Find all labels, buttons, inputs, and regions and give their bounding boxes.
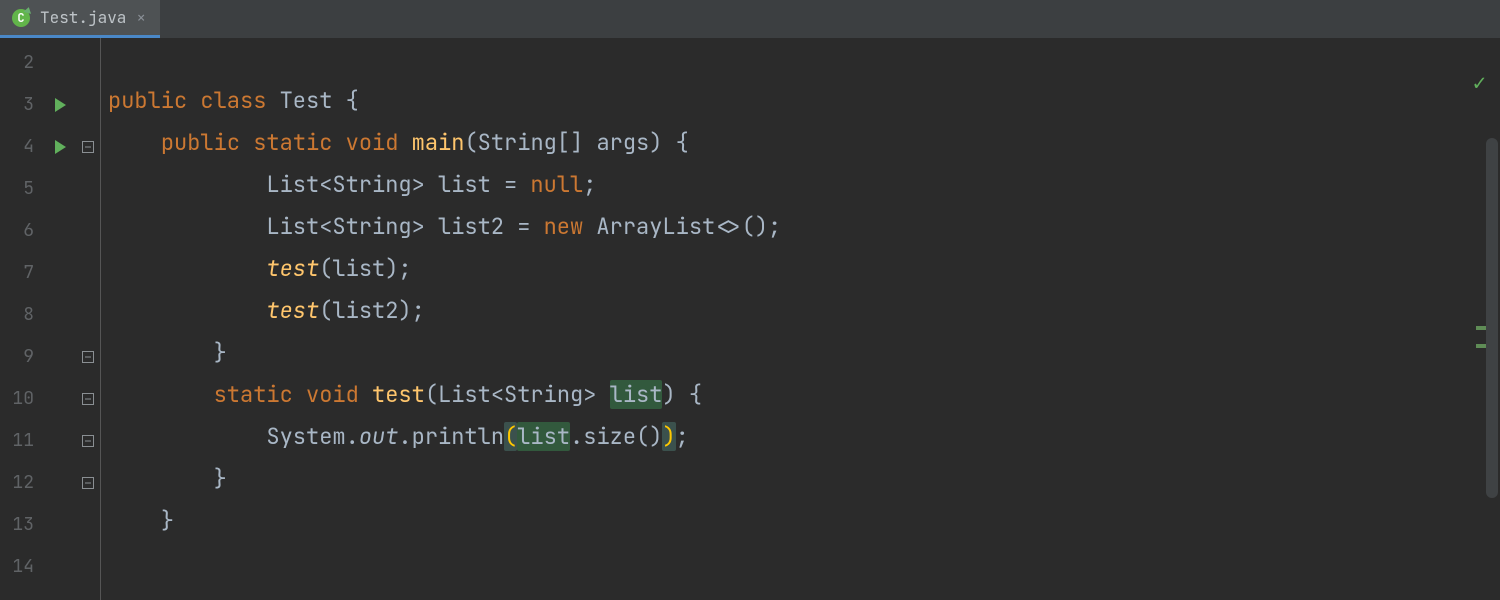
line-number: 7 xyxy=(0,252,44,294)
code-marker[interactable] xyxy=(1476,344,1486,348)
code-line[interactable]: } xyxy=(100,332,1500,374)
code-line[interactable]: public class Test { xyxy=(100,80,1500,122)
fold-toggle-icon[interactable] xyxy=(82,141,94,153)
code-line[interactable]: System.out.println(list.size()); xyxy=(100,416,1500,458)
code-line[interactable] xyxy=(100,542,1500,584)
tab-filename: Test.java xyxy=(40,7,126,28)
code-line[interactable]: static void test(List<String> list) { xyxy=(100,374,1500,416)
fold-toggle-icon[interactable] xyxy=(82,477,94,489)
line-number: 14 xyxy=(0,546,44,588)
code-line[interactable]: } xyxy=(100,500,1500,542)
line-number: 10 xyxy=(0,378,44,420)
code-area[interactable]: public class Test { public static void m… xyxy=(100,38,1500,600)
code-line[interactable]: List<String> list = null; xyxy=(100,164,1500,206)
line-number: 12 xyxy=(0,462,44,504)
code-line[interactable]: test(list); xyxy=(100,248,1500,290)
line-number: 9 xyxy=(0,336,44,378)
code-line[interactable]: } xyxy=(100,458,1500,500)
run-icon[interactable] xyxy=(55,98,66,112)
analysis-ok-icon[interactable]: ✓ xyxy=(1473,68,1486,97)
code-line[interactable]: List<String> list2 = new ArrayList<>(); xyxy=(100,206,1500,248)
java-class-icon: C xyxy=(12,9,30,27)
code-line[interactable]: test(list2); xyxy=(100,290,1500,332)
line-number: 5 xyxy=(0,168,44,210)
line-number-gutter: 2 3 4 5 6 7 8 9 10 11 12 13 14 xyxy=(0,38,100,600)
close-icon[interactable]: × xyxy=(136,7,146,28)
line-number: 8 xyxy=(0,294,44,336)
run-icon[interactable] xyxy=(55,140,66,154)
code-line[interactable]: public static void main(String[] args) { xyxy=(100,122,1500,164)
fold-toggle-icon[interactable] xyxy=(82,435,94,447)
code-marker[interactable] xyxy=(1476,326,1486,330)
line-number: 2 xyxy=(0,42,44,84)
line-number: 6 xyxy=(0,210,44,252)
line-number: 13 xyxy=(0,504,44,546)
line-number: 4 xyxy=(0,126,44,168)
tab-test-java[interactable]: C Test.java × xyxy=(0,0,160,38)
code-editor[interactable]: 2 3 4 5 6 7 8 9 10 11 12 13 14 public cl… xyxy=(0,38,1500,600)
fold-toggle-icon[interactable] xyxy=(82,351,94,363)
scrollbar[interactable] xyxy=(1486,138,1498,498)
fold-toggle-icon[interactable] xyxy=(82,393,94,405)
line-number: 11 xyxy=(0,420,44,462)
line-number: 3 xyxy=(0,84,44,126)
code-line[interactable] xyxy=(100,38,1500,80)
editor-tab-bar: C Test.java × xyxy=(0,0,1500,38)
